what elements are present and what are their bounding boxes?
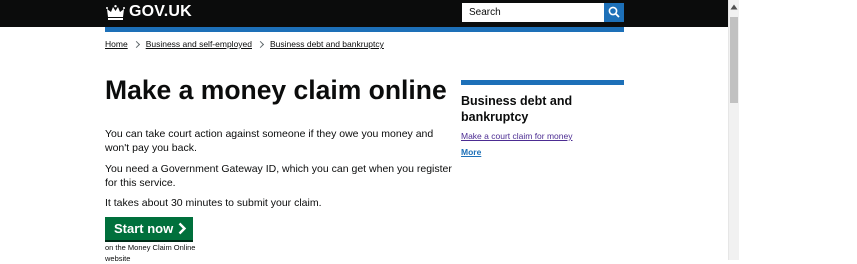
site-header: GOV.UK — [0, 0, 728, 27]
breadcrumb: Home Business and self-employed Business… — [105, 38, 384, 50]
start-button-note: on the Money Claim Online website — [105, 243, 196, 263]
breadcrumb-business[interactable]: Business and self-employed — [146, 39, 252, 49]
related-title: Business debt and bankruptcy — [461, 94, 573, 124]
header-underline — [105, 27, 624, 32]
duration-paragraph: It takes about 30 minutes to submit your… — [105, 197, 322, 209]
breadcrumb-home[interactable]: Home — [105, 39, 128, 49]
related-link-court-claim[interactable]: Make a court claim for money — [461, 131, 624, 141]
search-input[interactable] — [462, 3, 604, 22]
scrollbar[interactable] — [728, 0, 739, 260]
related-more-link[interactable]: More — [461, 147, 624, 157]
breadcrumb-separator-icon — [132, 40, 140, 48]
crown-icon — [106, 5, 125, 20]
breadcrumb-business-debt[interactable]: Business debt and bankruptcy — [270, 39, 384, 49]
page-title: Make a money claim online — [105, 75, 447, 105]
start-now-label: Start now — [114, 221, 174, 236]
triangle-up-icon[interactable] — [730, 4, 738, 10]
magnifier-icon — [608, 6, 620, 18]
intro-paragraph: You can take court action against someon… — [105, 128, 434, 154]
gateway-paragraph: You need a Government Gateway ID, which … — [105, 163, 452, 189]
chevron-right-icon — [178, 222, 187, 235]
start-now-button[interactable]: Start now — [105, 217, 193, 240]
related-content: Business debt and bankruptcy Make a cour… — [461, 80, 624, 157]
search-button[interactable] — [604, 3, 624, 22]
breadcrumb-separator-icon — [256, 40, 265, 48]
govuk-logo[interactable]: GOV.UK — [129, 3, 192, 21]
scrollbar-thumb[interactable] — [730, 17, 738, 103]
